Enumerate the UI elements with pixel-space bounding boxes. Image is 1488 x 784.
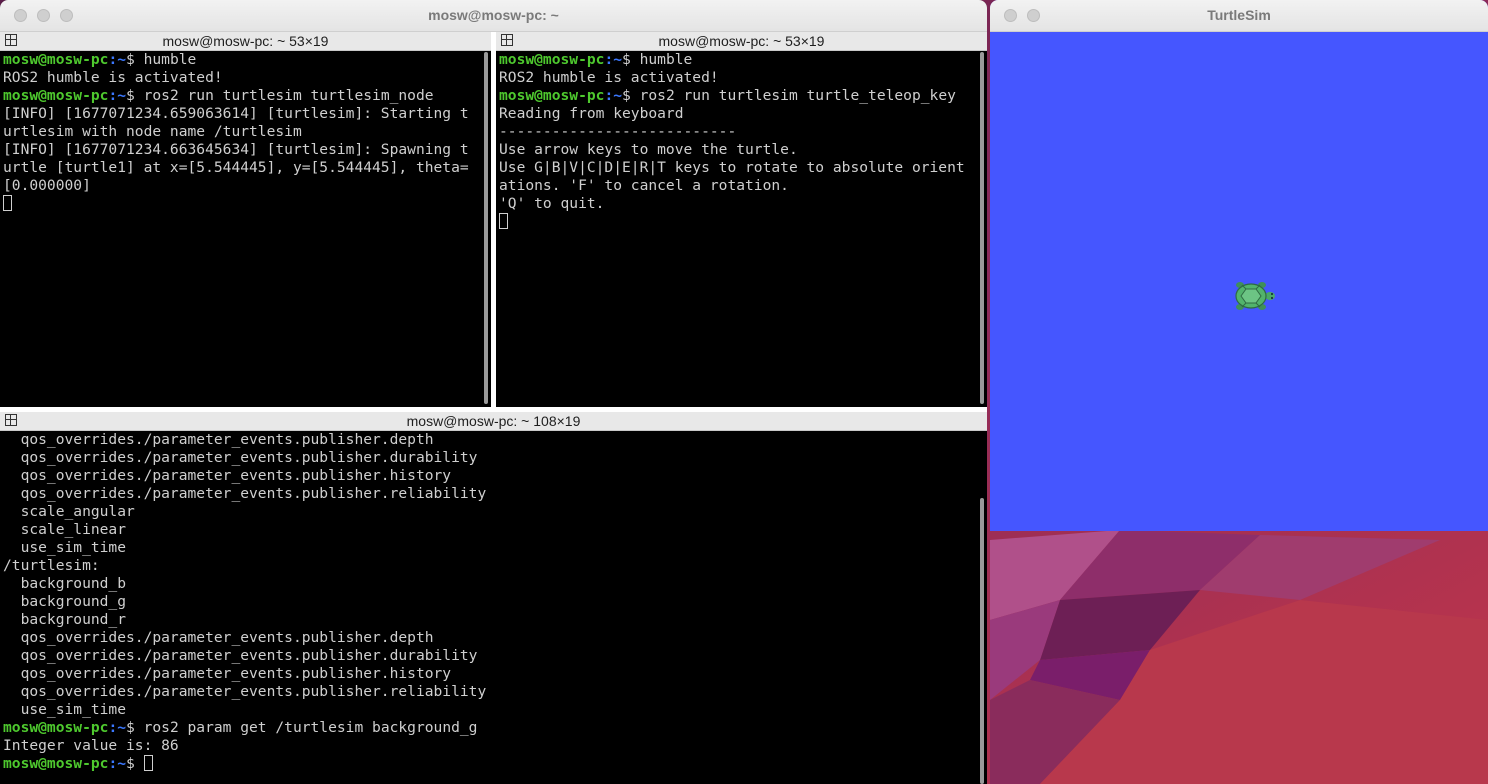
terminal-pane-top-right[interactable]: mosw@mosw-pc: ~ 53×19 mosw@mosw-pc:~$ hu…	[496, 32, 987, 407]
output-line: scale_linear	[3, 521, 127, 538]
output-line: [0.000000]	[3, 177, 91, 194]
output-line: qos_overrides./parameter_events.publishe…	[3, 485, 487, 502]
command-text: $ ros2 run turtlesim turtle_teleop_key	[622, 87, 956, 104]
terminal-pane-bottom[interactable]: mosw@mosw-pc: ~ 108×19 qos_overrides./pa…	[0, 412, 987, 784]
close-window-button[interactable]	[1004, 9, 1017, 22]
output-line: qos_overrides./parameter_events.publishe…	[3, 431, 434, 448]
prompt-path: :~	[604, 87, 623, 104]
terminal-pane-top-left[interactable]: mosw@mosw-pc: ~ 53×19 mosw@mosw-pc:~$ hu…	[0, 32, 491, 407]
output-line: urtlesim with node name /turtlesim	[3, 123, 302, 140]
command-text: $ ros2 param get /turtlesim background_g	[126, 719, 478, 736]
prompt-user: mosw@mosw-pc	[3, 87, 109, 104]
cursor-line	[499, 213, 977, 231]
pane-divider-vertical[interactable]	[491, 32, 496, 408]
minimize-window-button[interactable]	[37, 9, 50, 22]
terminal-window-title: mosw@mosw-pc: ~	[428, 7, 559, 23]
terminal-titlebar[interactable]: mosw@mosw-pc: ~	[0, 0, 987, 32]
output-line: qos_overrides./parameter_events.publishe…	[3, 665, 452, 682]
output-line: [INFO] [1677071234.663645634] [turtlesim…	[3, 141, 469, 158]
prompt-user: mosw@mosw-pc	[3, 755, 109, 772]
output-line: ROS2 humble is activated!	[499, 69, 719, 86]
command-text: $	[126, 755, 144, 772]
pane-split-icon[interactable]	[501, 34, 513, 46]
pane-header-top-right[interactable]: mosw@mosw-pc: ~ 53×19	[496, 32, 987, 51]
prompt-line: mosw@mosw-pc:~$ ros2 run turtlesim turtl…	[3, 87, 481, 105]
cursor-line	[3, 195, 481, 213]
terminal-output[interactable]: qos_overrides./parameter_events.publishe…	[3, 431, 977, 784]
output-line: background_r	[3, 611, 127, 628]
pane-split-icon[interactable]	[5, 34, 17, 46]
output-line: qos_overrides./parameter_events.publishe…	[3, 449, 478, 466]
pane-title: mosw@mosw-pc: ~ 53×19	[658, 33, 825, 49]
output-line: qos_overrides./parameter_events.publishe…	[3, 467, 452, 484]
prompt-line: mosw@mosw-pc:~$ ros2 param get /turtlesi…	[3, 719, 977, 737]
output-line: use_sim_time	[3, 701, 127, 718]
prompt-user: mosw@mosw-pc	[3, 51, 109, 68]
command-text: $ humble	[126, 51, 197, 68]
output-line: ations. 'F' to cancel a rotation.	[499, 177, 789, 194]
output-line: /turtlesim:	[3, 557, 100, 574]
output-line: 'Q' to quit.	[499, 195, 605, 212]
pane-header-top-left[interactable]: mosw@mosw-pc: ~ 53×19	[0, 32, 491, 51]
pane-title: mosw@mosw-pc: ~ 53×19	[162, 33, 329, 49]
close-window-button[interactable]	[14, 9, 27, 22]
output-line: Use G|B|V|C|D|E|R|T keys to rotate to ab…	[499, 159, 965, 176]
prompt-path: :~	[108, 87, 127, 104]
prompt-line: mosw@mosw-pc:~$	[3, 755, 977, 773]
output-line: qos_overrides./parameter_events.publishe…	[3, 647, 478, 664]
output-line: ---------------------------	[499, 123, 737, 140]
minimize-window-button[interactable]	[1027, 9, 1040, 22]
prompt-user: mosw@mosw-pc	[499, 51, 605, 68]
prompt-user: mosw@mosw-pc	[499, 87, 605, 104]
turtlesim-window-title: TurtleSim	[1207, 7, 1271, 23]
prompt-path: :~	[108, 755, 127, 772]
output-line: urtle [turtle1] at x=[5.544445], y=[5.54…	[3, 159, 469, 176]
output-line: qos_overrides./parameter_events.publishe…	[3, 683, 487, 700]
prompt-line: mosw@mosw-pc:~$ humble	[499, 51, 977, 69]
turtlesim-titlebar[interactable]: TurtleSim	[990, 0, 1488, 32]
turtle-icon	[1235, 282, 1275, 310]
terminal-output[interactable]: mosw@mosw-pc:~$ humble ROS2 humble is act…	[3, 51, 481, 407]
command-text: $ humble	[622, 51, 693, 68]
terminal-cursor	[143, 755, 153, 771]
pane-scrollbar[interactable]	[980, 498, 984, 784]
output-line: [INFO] [1677071234.659063614] [turtlesim…	[3, 105, 469, 122]
output-line: use_sim_time	[3, 539, 127, 556]
pane-scrollbar[interactable]	[980, 52, 984, 404]
prompt-path: :~	[108, 719, 127, 736]
pane-header-bottom[interactable]: mosw@mosw-pc: ~ 108×19	[0, 412, 987, 431]
output-line: background_g	[3, 593, 127, 610]
output-line: ROS2 humble is activated!	[3, 69, 223, 86]
prompt-user: mosw@mosw-pc	[3, 719, 109, 736]
prompt-path: :~	[604, 51, 623, 68]
terminal-window[interactable]: mosw@mosw-pc: ~ mosw@mosw-pc: ~ 53×19 mo…	[0, 0, 987, 784]
maximize-window-button[interactable]	[60, 9, 73, 22]
terminal-cursor	[3, 195, 12, 211]
turtlesim-window[interactable]: TurtleSim	[990, 0, 1488, 531]
output-line: scale_angular	[3, 503, 135, 520]
output-line: Reading from keyboard	[499, 105, 684, 122]
output-line: Use arrow keys to move the turtle.	[499, 141, 798, 158]
output-line: Integer value is: 86	[3, 737, 179, 754]
pane-split-icon[interactable]	[5, 414, 17, 426]
command-text: $ ros2 run turtlesim turtlesim_node	[126, 87, 434, 104]
terminal-cursor	[499, 213, 508, 229]
pane-scrollbar[interactable]	[484, 52, 488, 404]
output-line: qos_overrides./parameter_events.publishe…	[3, 629, 434, 646]
pane-title: mosw@mosw-pc: ~ 108×19	[406, 413, 581, 429]
prompt-line: mosw@mosw-pc:~$ ros2 run turtlesim turtl…	[499, 87, 977, 105]
prompt-line: mosw@mosw-pc:~$ humble	[3, 51, 481, 69]
terminal-output[interactable]: mosw@mosw-pc:~$ humble ROS2 humble is act…	[499, 51, 977, 407]
output-line: background_b	[3, 575, 127, 592]
prompt-path: :~	[108, 51, 127, 68]
